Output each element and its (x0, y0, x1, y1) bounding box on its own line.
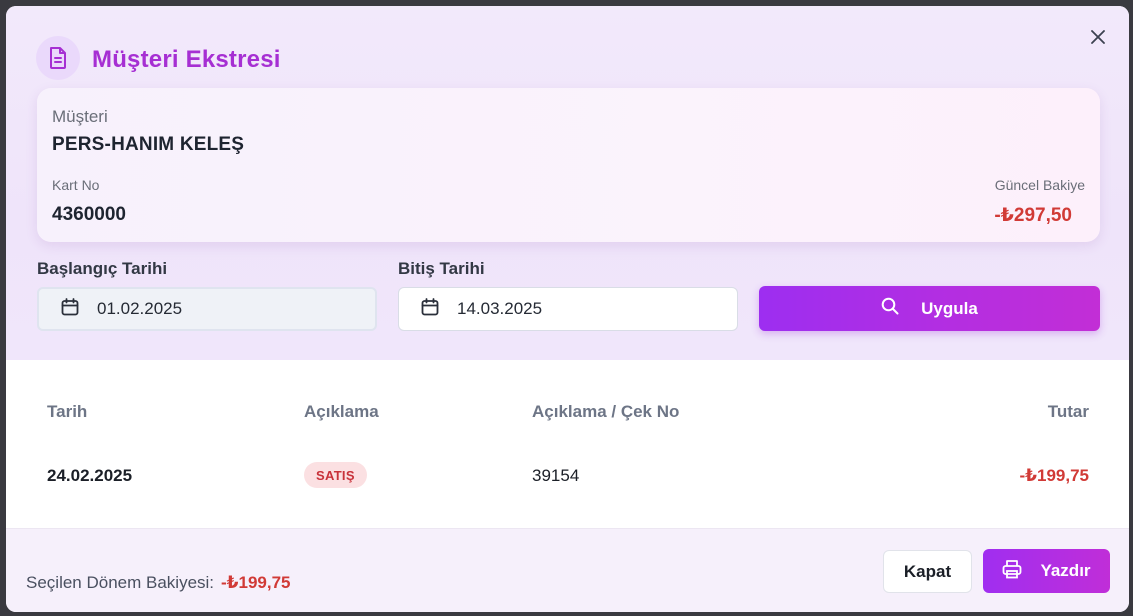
current-balance-value: -₺297,50 (994, 205, 1072, 226)
dialog-title: Müşteri Ekstresi (92, 46, 281, 73)
start-date-label: Başlangıç Tarihi (37, 259, 168, 278)
search-icon (881, 297, 899, 320)
print-button[interactable]: Yazdır (983, 549, 1110, 593)
row-reference: 39154 (532, 466, 580, 485)
end-date-label: Bitiş Tarihi (398, 259, 485, 278)
transaction-type-badge: SATIŞ (304, 462, 367, 488)
end-date-input[interactable]: 14.03.2025 (398, 287, 738, 331)
column-header-date: Tarih (47, 402, 88, 421)
current-balance-label: Güncel Bakiye (994, 177, 1085, 193)
period-balance-value: -₺199,75 (221, 573, 291, 592)
statement-dialog: Müşteri Ekstresi Müşteri PERS-HANIM KELE… (6, 6, 1129, 612)
close-button[interactable]: Kapat (883, 550, 972, 593)
customer-card: Müşteri PERS-HANIM KELEŞ Kart No 4360000… (37, 88, 1100, 242)
customer-name: PERS-HANIM KELEŞ (52, 134, 245, 155)
close-icon[interactable] (1087, 26, 1109, 48)
row-amount: -₺199,75 (1019, 466, 1090, 485)
document-icon (36, 36, 80, 80)
print-button-label: Yazdır (1040, 561, 1091, 580)
dialog-header-area: Müşteri Ekstresi Müşteri PERS-HANIM KELE… (6, 6, 1129, 360)
card-no-label: Kart No (52, 177, 100, 193)
row-date: 24.02.2025 (47, 466, 133, 485)
apply-button[interactable]: Uygula (759, 286, 1100, 331)
column-header-amount: Tutar (1047, 402, 1089, 421)
calendar-icon (421, 297, 439, 321)
card-no-value: 4360000 (52, 204, 126, 225)
calendar-icon (61, 297, 79, 321)
end-date-value: 14.03.2025 (457, 299, 543, 318)
customer-label: Müşteri (52, 107, 108, 126)
apply-button-label: Uygula (921, 298, 978, 318)
period-balance-label: Seçilen Dönem Bakiyesi: (26, 573, 215, 592)
start-date-input[interactable]: 01.02.2025 (37, 287, 377, 331)
column-header-description: Açıklama (304, 402, 379, 421)
column-header-check-no: Açıklama / Çek No (532, 402, 680, 421)
printer-icon (1002, 559, 1022, 584)
start-date-value: 01.02.2025 (97, 299, 183, 318)
